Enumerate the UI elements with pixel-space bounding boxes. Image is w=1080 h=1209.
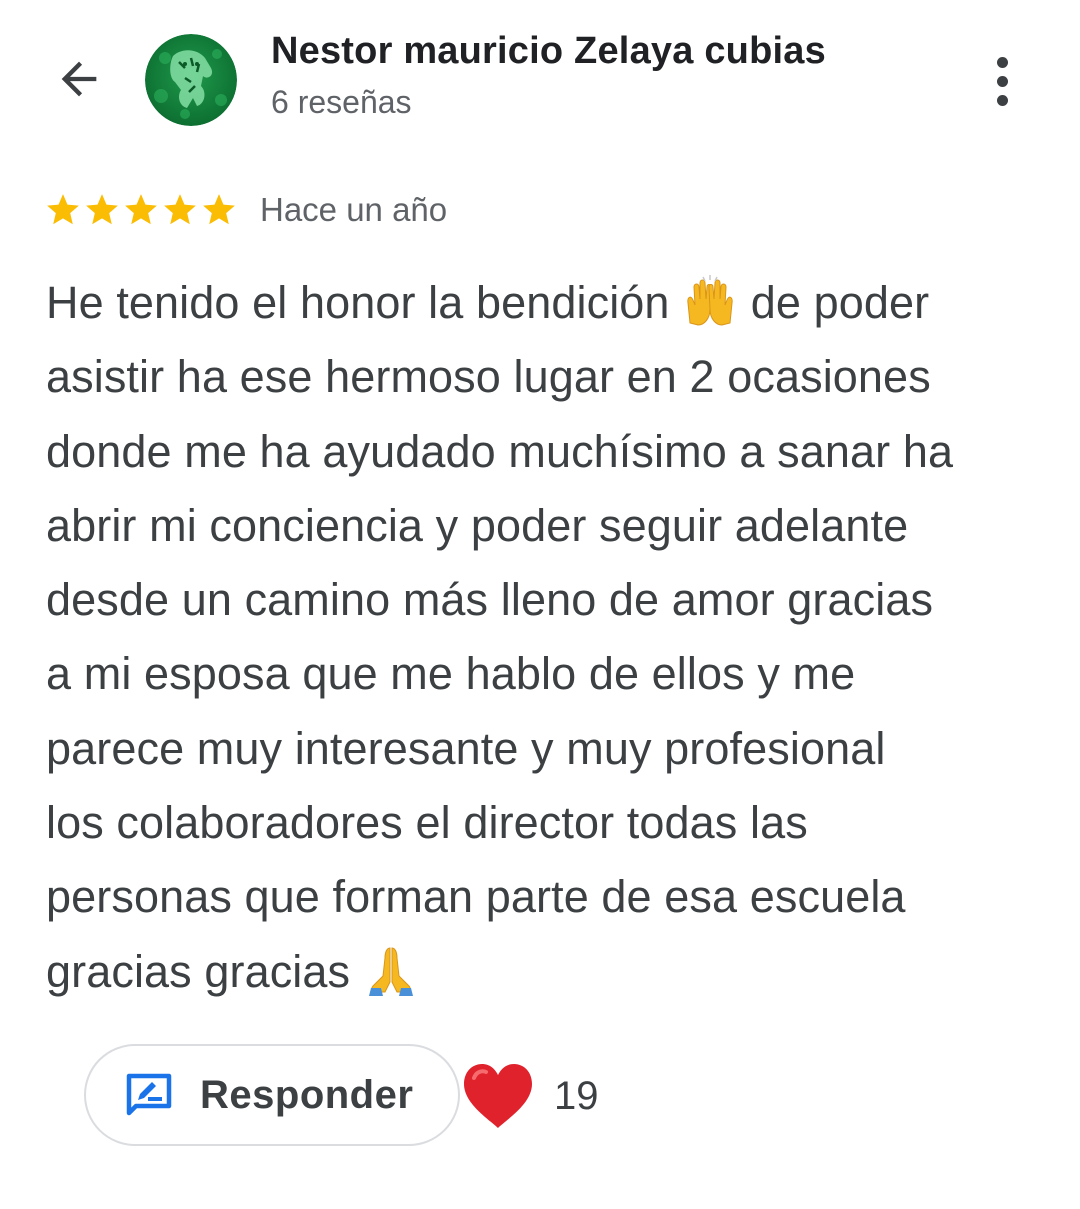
like-count: 19 (554, 1074, 599, 1118)
star-icon (125, 194, 157, 225)
arrow-left-icon (61, 61, 97, 97)
like-button[interactable] (460, 1060, 536, 1132)
review-count: 6 reseñas (271, 84, 412, 120)
review-line: desde un camino más lleno de amor gracia… (46, 574, 934, 626)
review-line-text: gracias gracias (46, 945, 351, 997)
star-icon (203, 194, 235, 225)
review-date: Hace un año (260, 191, 448, 228)
star-icon (164, 194, 196, 225)
reply-button[interactable]: Responder (84, 1044, 460, 1146)
tiger-avatar-icon (145, 34, 237, 126)
review-line: asistir ha ese hermoso lugar en 2 ocasio… (46, 351, 931, 403)
back-button[interactable] (44, 44, 114, 114)
review-line: parece muy interesante y muy profesional (46, 722, 886, 774)
rate-review-icon (126, 1073, 172, 1116)
avatar[interactable] (145, 34, 237, 126)
review-line: abrir mi conciencia y poder seguir adela… (46, 499, 909, 551)
review-line: personas que forman parte de esa escuela (46, 871, 906, 923)
more-vert-icon-dot (996, 94, 1008, 106)
review-line: gracias gracias (46, 935, 1046, 1009)
review-line: He tenido el honor la bendición de poder (46, 266, 1046, 340)
review-line: donde me ha ayudado muchísimo a sanar ha (46, 425, 954, 477)
reply-button-label: Responder (200, 1072, 414, 1117)
folded-hands-emoji-icon (368, 947, 413, 996)
more-options-button[interactable] (972, 46, 1032, 116)
star-rating (44, 191, 238, 229)
rating-row: Hace un año (44, 188, 447, 232)
red-heart-icon (464, 1064, 532, 1128)
review-line-text: He tenido el honor la bendición (46, 277, 670, 328)
reviewer-name[interactable]: Nestor mauricio Zelaya cubias (271, 30, 826, 73)
raising-hands-emoji-icon (687, 275, 733, 326)
review-line: los colaboradores el director todas las (46, 797, 808, 849)
star-icon (86, 194, 118, 225)
star-icon (47, 194, 79, 225)
review-line: a mi esposa que me hablo de ellos y me (46, 648, 856, 700)
more-vert-icon (996, 56, 1008, 68)
more-vert-icon-dot (996, 75, 1008, 87)
review-text: He tenido el honor la bendición de poder… (46, 266, 1046, 1009)
review-line-text: de poder (750, 277, 930, 328)
